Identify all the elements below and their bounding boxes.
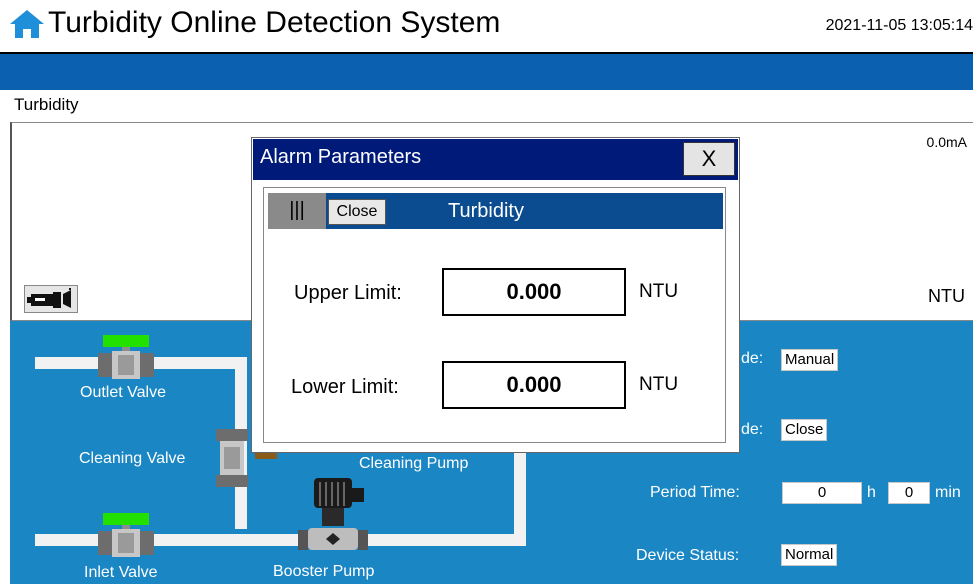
current-readout: 0.0mA	[926, 134, 967, 150]
outlet-valve-icon[interactable]	[94, 333, 158, 385]
return-pipe	[514, 446, 526, 546]
period-minutes-unit: min	[935, 484, 961, 501]
subbar-title: Turbidity	[448, 200, 524, 222]
app-title: Turbidity Online Detection System	[48, 6, 501, 39]
lower-limit-label: Lower Limit:	[291, 376, 399, 398]
ntu-unit-label: NTU	[928, 286, 965, 306]
inlet-valve-icon[interactable]	[94, 511, 158, 563]
home-icon[interactable]	[8, 8, 46, 40]
upper-limit-input[interactable]: 0.000	[442, 268, 626, 316]
subbar-close-button[interactable]: Close	[328, 199, 386, 225]
device-status-label: Device Status:	[636, 547, 740, 564]
period-minutes-input[interactable]: 0	[888, 482, 930, 504]
cleaning-valve-label: Cleaning Valve	[79, 450, 186, 467]
pump-icon-button[interactable]	[24, 285, 78, 313]
mode-label-fragment: de:	[741, 350, 764, 367]
mode-value[interactable]: Manual	[781, 349, 839, 371]
valve-mode-value[interactable]: Close	[781, 419, 828, 441]
dialog-close-button[interactable]: X	[683, 142, 735, 176]
booster-pump-icon[interactable]	[296, 476, 380, 554]
period-time-label: Period Time:	[650, 484, 740, 501]
cleaning-valve-icon[interactable]	[212, 429, 252, 487]
drag-grip-icon[interactable]: |||	[268, 193, 326, 229]
period-hours-input[interactable]: 0	[782, 482, 862, 504]
cleaning-pump-label: Cleaning Pump	[359, 455, 469, 472]
upper-limit-label: Upper Limit:	[294, 282, 402, 304]
valve-mode-label-fragment: de:	[741, 421, 764, 438]
datetime-display: 2021-11-05 13:05:14	[825, 17, 973, 34]
lower-limit-unit: NTU	[639, 374, 679, 395]
section-label: Turbidity	[14, 95, 79, 114]
lower-limit-input[interactable]: 0.000	[442, 361, 626, 409]
outlet-valve-label: Outlet Valve	[80, 384, 166, 401]
upper-limit-unit: NTU	[639, 281, 679, 302]
menu-bar	[0, 54, 973, 90]
pump-icon	[27, 288, 71, 308]
dialog-title: Alarm Parameters	[260, 146, 422, 168]
booster-pump-label: Booster Pump	[273, 563, 375, 580]
inlet-valve-label: Inlet Valve	[84, 564, 158, 581]
period-hours-unit: h	[867, 484, 876, 501]
device-status-value: Normal	[781, 544, 838, 566]
